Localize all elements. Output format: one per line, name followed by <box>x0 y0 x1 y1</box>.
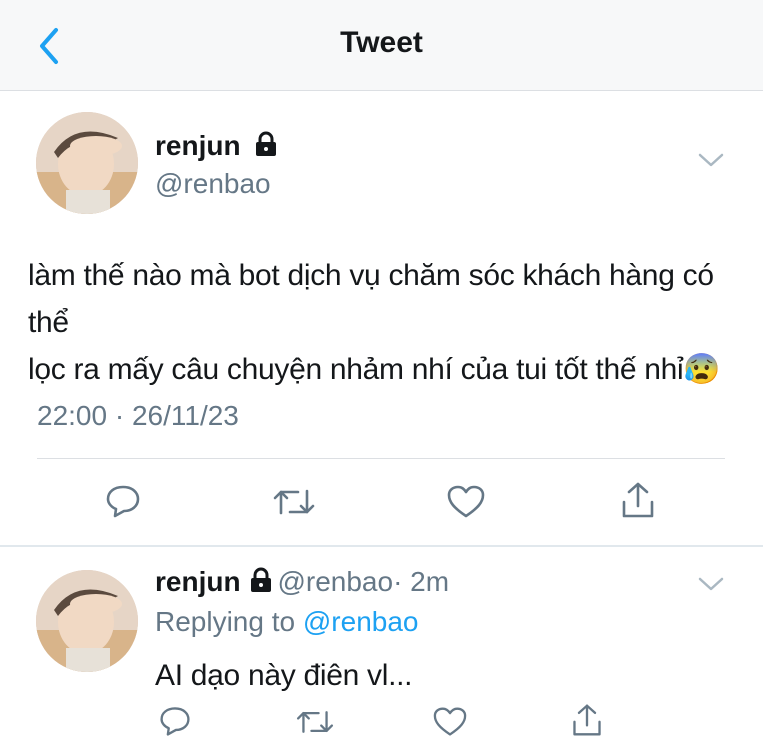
chevron-down-icon <box>698 577 724 591</box>
like-icon <box>447 485 485 518</box>
retweet-button[interactable] <box>272 484 316 525</box>
share-icon <box>622 482 654 518</box>
page-title: Tweet <box>340 26 423 59</box>
reply-share-button[interactable] <box>570 702 604 743</box>
section-divider <box>0 545 763 547</box>
avatar-photo <box>36 112 138 214</box>
reply-like-button[interactable] <box>432 706 468 743</box>
author-name-row: renjun <box>155 130 278 164</box>
author-name[interactable]: renjun <box>155 130 241 161</box>
reply-more-options-button[interactable] <box>697 574 725 599</box>
reply-avatar[interactable] <box>36 570 138 672</box>
reply-icon <box>160 707 190 736</box>
tweet-timestamp[interactable]: 22:00 · 26/11/23 <box>37 400 239 432</box>
reply-author-handle[interactable]: @renbao <box>277 566 393 597</box>
retweet-icon <box>273 489 315 515</box>
tweet-line: lọc ra mấy câu chuyện nhảm nhí của tui t… <box>28 353 684 386</box>
like-icon <box>433 707 467 736</box>
chevron-down-icon <box>698 153 724 167</box>
anxious-emoji: 😰 <box>683 353 721 386</box>
replying-to-link[interactable]: @renbao <box>303 606 419 637</box>
reply-age: · 2m <box>393 566 450 597</box>
reply-header: renjun @renbao· 2m <box>155 566 449 598</box>
like-button[interactable] <box>446 484 486 525</box>
reply-reply-button[interactable] <box>158 704 192 743</box>
reply-retweet-button[interactable] <box>295 706 335 743</box>
replying-to: Replying to @renbao <box>155 606 418 638</box>
header-divider <box>0 90 763 91</box>
share-button[interactable] <box>619 480 657 525</box>
avatar[interactable] <box>36 112 138 214</box>
reply-text: AI dạo này điên vl... <box>155 659 413 692</box>
reply-author-name[interactable]: renjun <box>155 566 241 597</box>
timestamp-divider <box>37 458 725 459</box>
more-options-button[interactable] <box>697 150 725 175</box>
reply-button[interactable] <box>104 482 142 525</box>
replying-prefix: Replying to <box>155 606 296 637</box>
lock-icon <box>249 567 273 598</box>
tweet-line: làm thế nào mà bot dịch vụ chăm sóc khác… <box>28 259 714 339</box>
avatar-photo <box>36 570 138 672</box>
tweet-line-with-emoji: lọc ra mấy câu chuyện nhảm nhí của tui t… <box>28 346 748 393</box>
lock-icon <box>254 131 278 164</box>
share-icon <box>573 704 601 736</box>
retweet-icon <box>296 711 334 733</box>
reply-icon <box>106 485 140 518</box>
author-handle[interactable]: @renbao <box>155 168 271 200</box>
tweet-text: làm thế nào mà bot dịch vụ chăm sóc khác… <box>28 252 748 393</box>
